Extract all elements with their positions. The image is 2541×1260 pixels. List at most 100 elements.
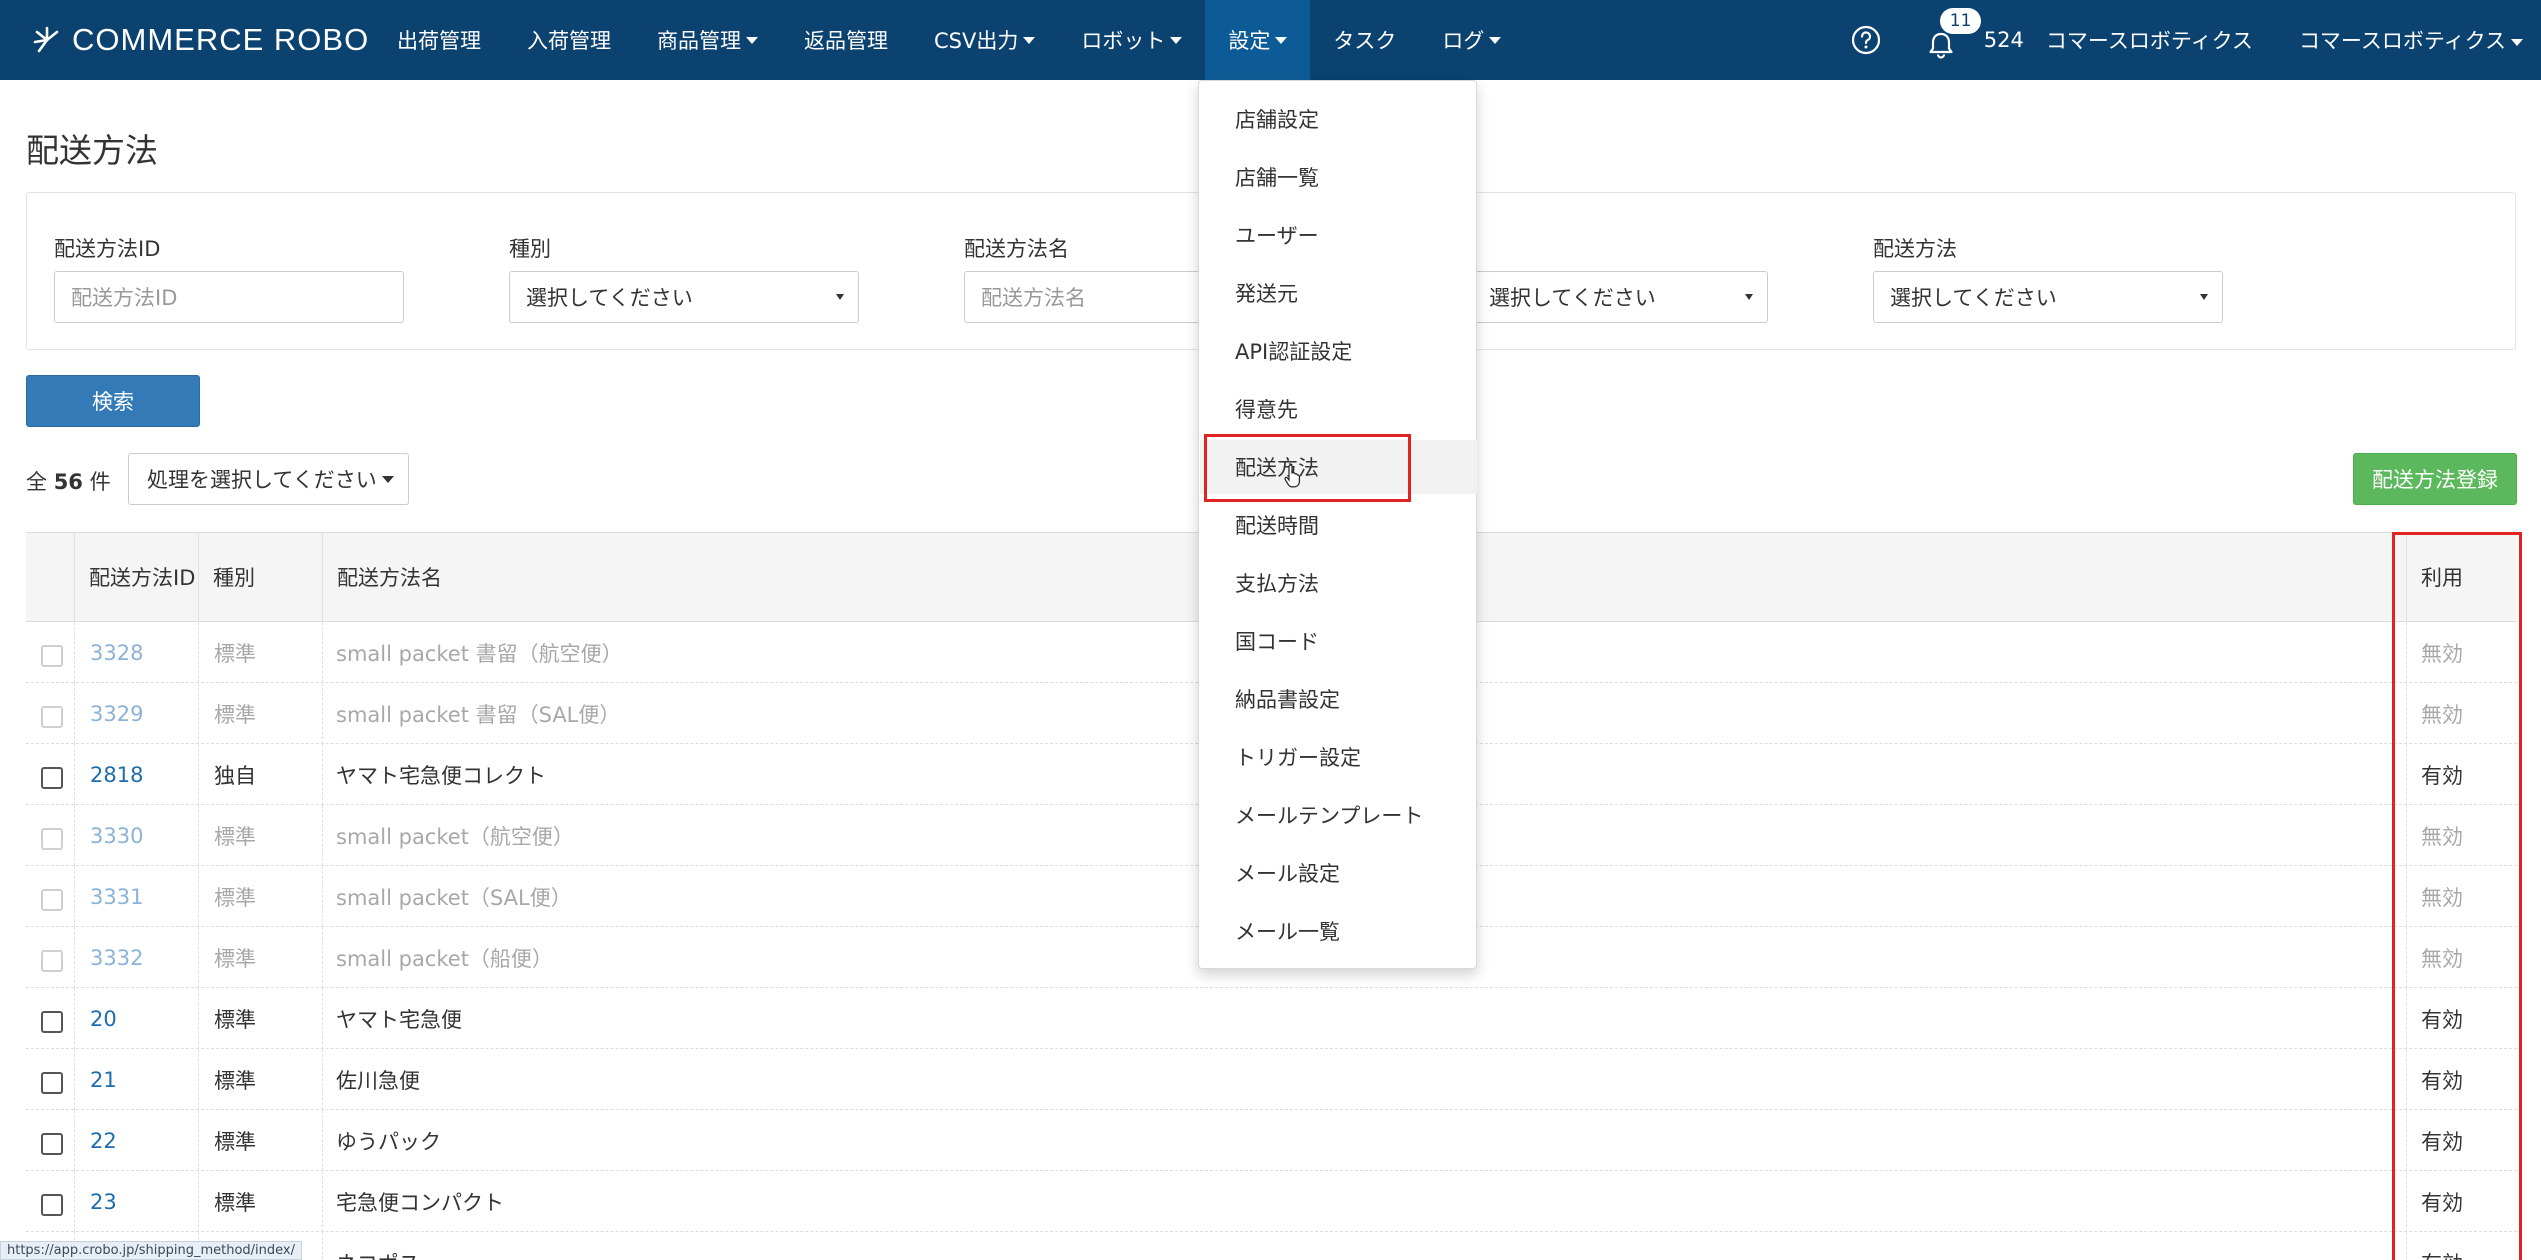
row-checkbox[interactable] <box>41 1133 63 1155</box>
settings-menu-item[interactable]: 納品書設定 <box>1200 672 1477 726</box>
row-id-link[interactable]: 20 <box>90 988 117 1049</box>
row-checkbox[interactable] <box>41 1011 63 1033</box>
row-id-link[interactable]: 3332 <box>90 927 143 988</box>
settings-menu-item[interactable]: メール一覧 <box>1200 904 1477 958</box>
table-row: 23 標準 宅急便コンパクト 有効 <box>26 1171 2517 1232</box>
nav-item-5[interactable]: ロボット <box>1058 0 1205 80</box>
settings-menu-item[interactable]: メールテンプレート <box>1200 788 1477 842</box>
filter-name-label: 配送方法名 <box>964 237 1069 261</box>
row-type: 標準 <box>214 1129 256 1154</box>
nav-item-4[interactable]: CSV出力 <box>911 0 1058 80</box>
row-id-link[interactable]: 22 <box>90 1110 117 1171</box>
settings-dropdown-menu: 店舗設定 店舗一覧 ユーザー 発送元 API認証設定 得意先 配送方法 配送時間 支払方法 国コー… <box>1198 80 1477 969</box>
row-type: 標準 <box>214 824 256 849</box>
bulk-action-label: 処理を選択してください <box>147 468 377 492</box>
column-divider <box>74 683 75 744</box>
row-checkbox[interactable] <box>41 1072 63 1094</box>
nav-item-0[interactable]: 出荷管理 <box>374 0 504 80</box>
settings-menu-item[interactable]: 店舗一覧 <box>1200 150 1477 204</box>
help-icon[interactable] <box>1850 24 1882 56</box>
row-checkbox[interactable] <box>41 950 63 972</box>
column-divider <box>198 866 199 927</box>
nav-item-7[interactable]: タスク <box>1310 0 1419 80</box>
column-divider <box>74 1110 75 1171</box>
column-divider <box>198 1049 199 1110</box>
register-shipping-method-button[interactable]: 配送方法登録 <box>2353 453 2517 505</box>
column-divider <box>322 866 323 927</box>
column-divider <box>198 805 199 866</box>
user-menu[interactable]: コマースロボティクス <box>2299 25 2523 55</box>
column-divider <box>322 1232 323 1260</box>
bulk-action-select[interactable]: 処理を選択してください <box>128 453 409 505</box>
chevron-down-icon <box>1023 36 1036 44</box>
logo-text: COMMERCE ROBO <box>72 22 370 57</box>
select-arrow-icon <box>836 294 844 300</box>
row-id-link[interactable]: 3328 <box>90 622 143 683</box>
header-id[interactable]: 配送方法ID <box>74 533 198 623</box>
nav-item-3[interactable]: 返品管理 <box>781 0 911 80</box>
nav-item-label: 設定 <box>1228 29 1271 53</box>
chevron-down-icon <box>1275 36 1288 44</box>
column-divider <box>74 805 75 866</box>
nav-item-1[interactable]: 入荷管理 <box>504 0 634 80</box>
commerce-robo-logo[interactable]: COMMERCE ROBO <box>32 18 369 62</box>
settings-menu-item[interactable]: 得意先 <box>1200 382 1477 436</box>
table-row: ネコポス有効 <box>26 1232 2517 1260</box>
header-type[interactable]: 種別 <box>198 533 322 623</box>
row-type: 独自 <box>214 763 256 788</box>
chevron-down-icon <box>381 475 394 483</box>
user-menu-label: コマースロボティクス <box>2298 29 2506 53</box>
method-select[interactable]: 選択してください <box>1873 271 2223 323</box>
row-checkbox[interactable] <box>41 767 63 789</box>
search-button[interactable]: 検索 <box>26 375 200 427</box>
total-number: 56 <box>53 470 83 494</box>
row-id-link[interactable]: 3331 <box>90 866 143 927</box>
row-id-link[interactable]: 21 <box>90 1049 117 1110</box>
page-title: 配送方法 <box>26 131 158 170</box>
filter-type-label: 種別 <box>509 237 551 261</box>
nav-item-2[interactable]: 商品管理 <box>634 0 781 80</box>
settings-menu-item[interactable]: 配送時間 <box>1200 498 1477 552</box>
column-divider <box>74 1171 75 1232</box>
filter-id-label: 配送方法ID <box>54 237 161 261</box>
settings-menu-item[interactable]: トリガー設定 <box>1200 730 1477 784</box>
chevron-down-icon <box>746 36 758 44</box>
table-row: 22 標準 ゆうパック 有効 <box>26 1110 2517 1171</box>
table-row: 20 標準 ヤマト宅急便 有効 <box>26 988 2517 1049</box>
row-checkbox[interactable] <box>41 889 63 911</box>
status-bar-url: https://app.crobo.jp/shipping_method/ind… <box>0 1241 302 1260</box>
row-checkbox[interactable] <box>41 1194 63 1216</box>
column-divider <box>322 805 323 866</box>
settings-menu-item[interactable]: メール設定 <box>1200 846 1477 900</box>
shipping-method-id-input[interactable]: 配送方法ID <box>54 271 404 323</box>
notifications[interactable]: 11 <box>1926 8 1982 59</box>
row-id-link[interactable]: 2818 <box>90 744 143 805</box>
row-checkbox[interactable] <box>41 828 63 850</box>
type-select-value: 選択してください <box>526 286 693 310</box>
type-select[interactable]: 選択してください <box>509 271 859 323</box>
column-divider <box>74 622 75 683</box>
row-id-link[interactable]: 3330 <box>90 805 143 866</box>
bell-icon[interactable] <box>1926 30 1956 60</box>
column-divider <box>322 988 323 1049</box>
settings-menu-item[interactable]: 支払方法 <box>1200 556 1477 610</box>
row-id-link[interactable]: 3329 <box>90 683 143 744</box>
row-type: 標準 <box>214 1190 256 1215</box>
total-suffix: 件 <box>89 470 111 494</box>
row-checkbox[interactable] <box>41 645 63 667</box>
row-type: 標準 <box>214 641 256 666</box>
filter-method-label: 配送方法 <box>1873 237 1957 261</box>
settings-menu-item[interactable]: ユーザー <box>1200 208 1477 262</box>
row-id-link[interactable]: 23 <box>90 1171 117 1232</box>
nav-item-8[interactable]: ログ <box>1419 0 1524 80</box>
settings-menu-item[interactable]: 店舗設定 <box>1200 92 1477 146</box>
settings-menu-item[interactable]: 発送元 <box>1200 266 1477 320</box>
chevron-down-icon <box>1170 36 1183 44</box>
row-checkbox[interactable] <box>41 706 63 728</box>
nav-item-6[interactable]: 設定 <box>1205 0 1311 80</box>
settings-menu-item[interactable]: 国コード <box>1200 614 1477 668</box>
column-divider <box>198 927 199 988</box>
column-divider <box>322 1049 323 1110</box>
settings-menu-item[interactable]: API認証設定 <box>1200 324 1477 378</box>
column-divider <box>198 622 199 683</box>
